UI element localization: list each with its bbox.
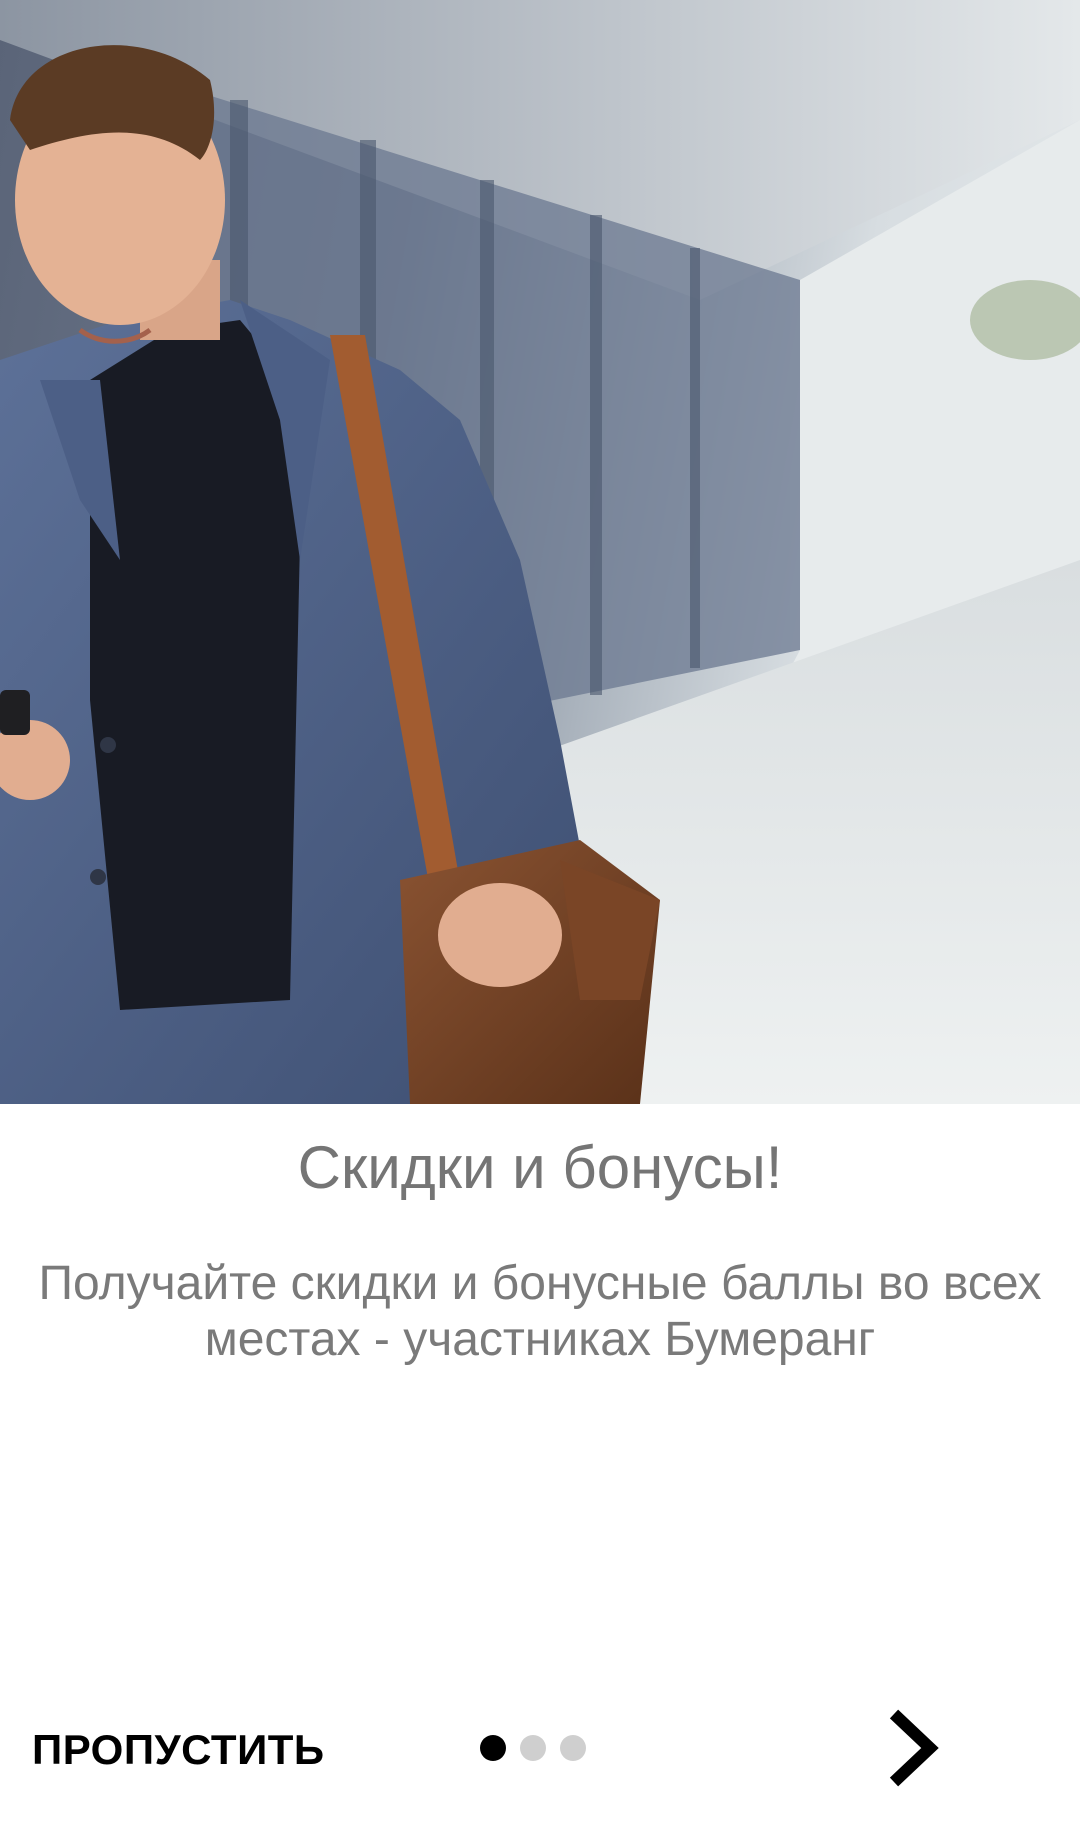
onboarding-footer: ПРОПУСТИТЬ bbox=[0, 1700, 1080, 1796]
onboarding-screen: Скидки и бонусы! Получайте скидки и бону… bbox=[0, 0, 1080, 1844]
page-indicator bbox=[480, 1734, 586, 1762]
page-dot-1[interactable] bbox=[480, 1735, 506, 1761]
skip-button[interactable]: ПРОПУСТИТЬ bbox=[32, 1726, 325, 1774]
onboarding-title: Скидки и бонусы! bbox=[297, 1134, 783, 1201]
page-dot-2[interactable] bbox=[520, 1735, 546, 1761]
onboarding-description: Получайте скидки и бонусные баллы во все… bbox=[38, 1257, 1042, 1366]
chevron-right-icon bbox=[889, 1709, 939, 1787]
next-button[interactable] bbox=[872, 1708, 952, 1788]
hero-image bbox=[0, 0, 1080, 1104]
page-dot-3[interactable] bbox=[560, 1735, 586, 1761]
